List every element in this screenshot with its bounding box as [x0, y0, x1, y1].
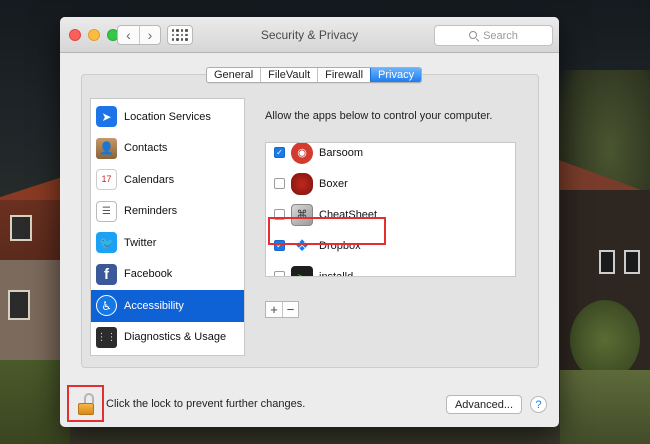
advanced-button[interactable]: Advanced... — [446, 395, 522, 414]
tab-privacy[interactable]: Privacy — [370, 68, 422, 82]
sidebar-item-accessibility[interactable]: ♿ Accessibility — [91, 290, 244, 322]
sidebar-item-label: Contacts — [124, 142, 168, 155]
sidebar-item-label: Reminders — [124, 205, 178, 218]
add-remove-control: + − — [265, 301, 299, 318]
app-name: Barsoom — [319, 146, 364, 159]
sidebar-item-twitter[interactable]: 🐦 Twitter — [91, 227, 244, 259]
tab-bar: General FileVault Firewall Privacy — [206, 67, 423, 83]
add-app-button[interactable]: + — [266, 302, 282, 317]
sidebar-item-label: Location Services — [124, 110, 211, 123]
calendar-icon: 17 — [96, 169, 117, 191]
app-name: installd — [319, 270, 354, 277]
wallpaper-window — [599, 250, 615, 274]
sidebar-item-contacts[interactable]: 👤 Contacts — [91, 133, 244, 165]
security-privacy-window: ‹ › Security & Privacy Search General Fi… — [60, 17, 559, 427]
title-bar: ‹ › Security & Privacy Search — [60, 17, 559, 53]
contacts-book-icon: 👤 — [96, 137, 117, 159]
lock-status-text: Click the lock to prevent further change… — [106, 398, 306, 410]
sidebar-item-reminders[interactable]: ☰ Reminders — [91, 196, 244, 228]
sidebar-item-label: Facebook — [124, 268, 173, 281]
wallpaper-bush — [570, 300, 640, 380]
search-icon — [469, 30, 479, 41]
wallpaper-window — [624, 250, 640, 274]
barsoom-app-icon: ◉ — [291, 143, 313, 164]
padlock-body — [77, 402, 94, 415]
remove-app-button[interactable]: − — [282, 302, 298, 317]
list-item: Boxer — [266, 168, 515, 199]
boxer-glove-icon — [291, 172, 313, 195]
app-name: Boxer — [319, 177, 348, 190]
sidebar-item-label: Diagnostics & Usage — [124, 331, 227, 344]
app-checkbox-installd[interactable] — [274, 271, 285, 276]
accessibility-person-icon: ♿ — [96, 295, 117, 317]
app-checkbox-barsoom[interactable]: ✓ — [274, 147, 285, 158]
sidebar-item-location-services[interactable]: ➤ Location Services — [91, 101, 244, 133]
facebook-f-icon: f — [96, 263, 117, 285]
unlocked-padlock-icon[interactable] — [77, 392, 94, 415]
search-placeholder: Search — [483, 29, 518, 42]
sidebar-item-label: Calendars — [124, 173, 175, 186]
tab-general[interactable]: General — [207, 68, 260, 82]
list-item: >_ installd — [266, 261, 515, 277]
panel-description: Allow the apps below to control your com… — [265, 110, 493, 122]
wallpaper-window — [8, 290, 30, 320]
sidebar-item-label: Accessibility — [124, 299, 184, 312]
wallpaper-grass-right — [560, 370, 650, 444]
sidebar-item-calendars[interactable]: 17 Calendars — [91, 164, 244, 196]
padlock-shackle — [83, 392, 94, 403]
twitter-bird-icon: 🐦 — [96, 232, 117, 254]
lock-highlight-box — [67, 385, 104, 422]
app-checkbox-boxer[interactable] — [274, 178, 285, 189]
location-arrow-icon: ➤ — [96, 106, 117, 128]
diagnostics-console-icon: ⋮⋮ — [96, 326, 117, 348]
help-button[interactable]: ? — [530, 396, 547, 413]
reminders-list-icon: ☰ — [96, 200, 117, 222]
installd-terminal-icon: >_ — [291, 265, 313, 276]
accessibility-app-list[interactable]: ✓ ◉ Barsoom Boxer ⌘ CheatSheet ✓ ❖ Dropb… — [265, 142, 516, 277]
privacy-category-list: ➤ Location Services 👤 Contacts 17 Calend… — [90, 98, 245, 356]
list-item: ✓ ◉ Barsoom — [266, 143, 515, 168]
search-field[interactable]: Search — [434, 25, 553, 46]
cheatsheet-highlight-box — [268, 217, 386, 245]
tab-filevault[interactable]: FileVault — [260, 68, 317, 82]
sidebar-item-label: Twitter — [124, 236, 157, 249]
wallpaper-window — [10, 215, 32, 241]
sidebar-item-facebook[interactable]: f Facebook — [91, 259, 244, 291]
sidebar-item-diagnostics-usage[interactable]: ⋮⋮ Diagnostics & Usage — [91, 322, 244, 354]
tab-firewall[interactable]: Firewall — [317, 68, 370, 82]
